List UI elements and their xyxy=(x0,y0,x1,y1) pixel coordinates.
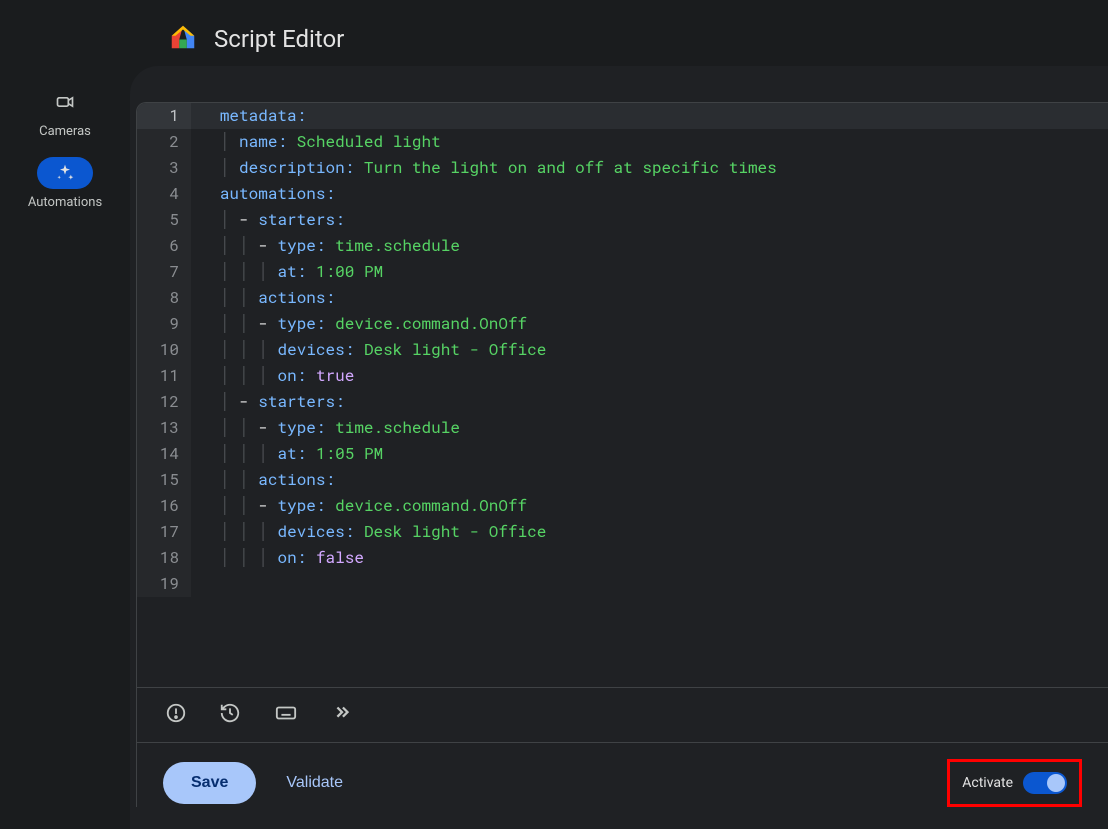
line-number: 9 xyxy=(137,311,191,337)
code-content: │ │ │ on: true xyxy=(191,363,354,389)
line-number: 1 xyxy=(137,103,191,129)
line-number: 6 xyxy=(137,233,191,259)
code-content: │ - starters: xyxy=(191,207,345,233)
line-number: 3 xyxy=(137,155,191,181)
line-number: 13 xyxy=(137,415,191,441)
code-line[interactable]: 5 │ - starters: xyxy=(137,207,1108,233)
keyboard-icon[interactable] xyxy=(273,702,299,728)
code-line[interactable]: 10 │ │ │ devices: Desk light - Office xyxy=(137,337,1108,363)
code-content: │ │ │ devices: Desk light - Office xyxy=(191,519,546,545)
code-line[interactable]: 16 │ │ - type: device.command.OnOff xyxy=(137,493,1108,519)
code-line[interactable]: 13 │ │ - type: time.schedule xyxy=(137,415,1108,441)
code-content: │ │ actions: xyxy=(191,467,335,493)
editor-footer: Save Validate Activate xyxy=(137,742,1108,807)
code-editor[interactable]: 1 metadata:2 │ name: Scheduled light3 │ … xyxy=(136,102,1108,807)
code-line[interactable]: 12 │ - starters: xyxy=(137,389,1108,415)
sparkle-icon xyxy=(37,157,93,189)
code-line[interactable]: 3 │ description: Turn the light on and o… xyxy=(137,155,1108,181)
code-content xyxy=(191,571,220,597)
code-line[interactable]: 9 │ │ - type: device.command.OnOff xyxy=(137,311,1108,337)
code-line[interactable]: 4 automations: xyxy=(137,181,1108,207)
line-number: 8 xyxy=(137,285,191,311)
sidebar-item-automations[interactable]: Automations xyxy=(28,157,102,210)
line-number: 16 xyxy=(137,493,191,519)
code-line[interactable]: 11 │ │ │ on: true xyxy=(137,363,1108,389)
line-number: 2 xyxy=(137,129,191,155)
line-number: 19 xyxy=(137,571,191,597)
code-content: │ │ - type: device.command.OnOff xyxy=(191,311,527,337)
sidebar-item-label: Cameras xyxy=(39,124,91,139)
alert-icon[interactable] xyxy=(165,702,187,728)
code-line[interactable]: 15 │ │ actions: xyxy=(137,467,1108,493)
code-content: │ │ │ at: 1:05 PM xyxy=(191,441,383,467)
code-content: │ - starters: xyxy=(191,389,345,415)
code-line[interactable]: 6 │ │ - type: time.schedule xyxy=(137,233,1108,259)
code-content: automations: xyxy=(191,181,335,207)
code-content: │ │ │ on: false xyxy=(191,545,364,571)
code-line[interactable]: 8 │ │ actions: xyxy=(137,285,1108,311)
line-number: 11 xyxy=(137,363,191,389)
code-content: │ │ - type: time.schedule xyxy=(191,233,460,259)
code-line[interactable]: 17 │ │ │ devices: Desk light - Office xyxy=(137,519,1108,545)
validate-button[interactable]: Validate xyxy=(286,774,343,792)
line-number: 15 xyxy=(137,467,191,493)
line-number: 12 xyxy=(137,389,191,415)
editor-toolbar xyxy=(137,687,1108,742)
line-number: 10 xyxy=(137,337,191,363)
sidebar-item-cameras[interactable]: Cameras xyxy=(37,86,93,139)
history-icon[interactable] xyxy=(219,702,241,728)
code-content: │ │ │ devices: Desk light - Office xyxy=(191,337,546,363)
code-content: │ │ │ at: 1:00 PM xyxy=(191,259,383,285)
editor-card: 1 metadata:2 │ name: Scheduled light3 │ … xyxy=(130,66,1108,829)
sidebar-item-label: Automations xyxy=(28,195,102,210)
page-title: Script Editor xyxy=(214,25,344,53)
code-content: │ │ actions: xyxy=(191,285,335,311)
app-header: Script Editor xyxy=(0,0,1108,66)
code-line[interactable]: 7 │ │ │ at: 1:00 PM xyxy=(137,259,1108,285)
activate-toggle[interactable] xyxy=(1023,772,1067,794)
more-icon[interactable] xyxy=(331,702,353,728)
google-home-logo xyxy=(168,22,198,56)
line-number: 17 xyxy=(137,519,191,545)
code-line[interactable]: 2 │ name: Scheduled light xyxy=(137,129,1108,155)
activate-highlight: Activate xyxy=(947,759,1082,807)
line-number: 18 xyxy=(137,545,191,571)
camera-icon xyxy=(37,86,93,118)
line-number: 7 xyxy=(137,259,191,285)
save-button[interactable]: Save xyxy=(163,762,256,804)
code-content: │ │ - type: device.command.OnOff xyxy=(191,493,527,519)
code-content: │ name: Scheduled light xyxy=(191,129,441,155)
code-content: │ │ - type: time.schedule xyxy=(191,415,460,441)
line-number: 4 xyxy=(137,181,191,207)
line-number: 5 xyxy=(137,207,191,233)
code-line[interactable]: 1 metadata: xyxy=(137,103,1108,129)
code-line[interactable]: 18 │ │ │ on: false xyxy=(137,545,1108,571)
line-number: 14 xyxy=(137,441,191,467)
code-content: │ description: Turn the light on and off… xyxy=(191,155,777,181)
activate-label: Activate xyxy=(962,775,1013,791)
left-sidebar: Cameras Automations xyxy=(0,66,130,829)
code-line[interactable]: 14 │ │ │ at: 1:05 PM xyxy=(137,441,1108,467)
code-line[interactable]: 19 xyxy=(137,571,1108,597)
code-content: metadata: xyxy=(191,103,306,129)
